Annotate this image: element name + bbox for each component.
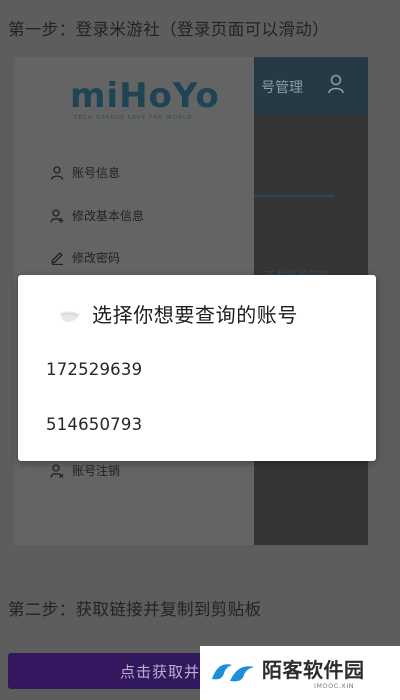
menu-item-label: 修改密码 [72,251,121,265]
account-header-title: 号管理 [261,80,303,96]
account-option[interactable]: 172529639 [46,360,142,379]
account-header: 号管理 [254,57,368,115]
dialog-title: 选择你想要查询的账号 [92,303,298,327]
user-remove-icon [50,463,64,478]
user-icon [328,74,344,94]
divider [254,195,334,197]
watermark: 陌客软件园 IMOOC.XIN [200,646,400,700]
watermark-text: 陌客软件园 [262,658,365,682]
watermark-logo-icon [212,664,254,682]
step-one-instruction: 第一步：登录米游社（登录页面可以滑动） [8,20,330,39]
watermark-url: IMOOC.XIN [314,682,355,690]
app-icon [60,311,80,323]
menu-item-label: 修改基本信息 [72,209,145,223]
user-icon [50,165,64,180]
mihoyo-logo: miHoYo TECH OTAKUS SAVE THE WORLD [70,77,220,121]
account-option[interactable]: 514650793 [46,415,142,434]
pencil-icon [51,251,63,265]
menu-item-label: 账号信息 [72,166,121,180]
screen: 第一步：登录米游社（登录页面可以滑动） 号管理 查看账号信息 miHoYo TE… [0,0,400,700]
step-two-instruction: 第二步：获取链接并复制到剪贴板 [8,600,262,619]
menu-item-cancel-account: 账号注销 [50,462,120,479]
menu-item-change-password: 修改密码 [50,249,120,266]
account-select-dialog: 选择你想要查询的账号 172529639 514650793 [18,275,376,461]
menu-item-edit-info: 修改基本信息 [50,207,144,224]
menu-item-account-info: 账号信息 [50,164,120,181]
user-edit-icon [50,208,64,223]
get-link-button-label: 点击获取并 [120,663,201,681]
logo-wordmark: miHoYo [70,76,220,116]
menu-item-label: 账号注销 [72,464,121,478]
